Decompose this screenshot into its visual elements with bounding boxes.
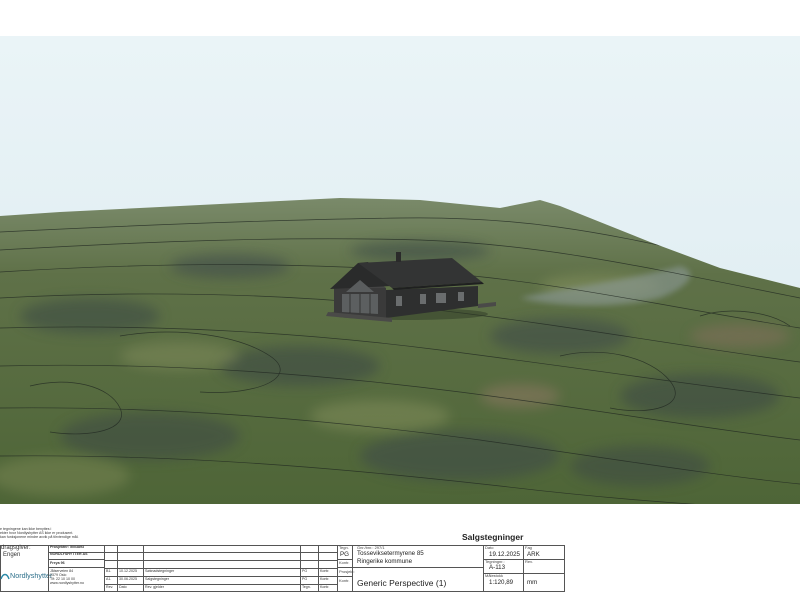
rev-check: Kontr.	[320, 569, 330, 573]
disclaimer-line-3: kan funksjonene mindre avvik på tilrvten…	[0, 535, 79, 539]
rev-date: 10.12.2025	[119, 569, 137, 573]
scale-value: 1:120,89	[489, 579, 514, 586]
rev-check: Kontr.	[320, 577, 330, 581]
unit-value: mm	[527, 579, 538, 586]
rev-header-by: Tegn.	[302, 585, 311, 589]
discipline-value: ARK	[527, 551, 540, 558]
drawn-label: Tegn.	[339, 545, 349, 550]
municipality: Ringerike kommune	[357, 558, 413, 565]
company-logo-text: Nordlyshytter	[10, 571, 53, 580]
project-label: Prosjekt:	[339, 569, 355, 574]
drawn-value: PG	[340, 551, 349, 558]
model-name: Freya 96	[50, 561, 65, 565]
drawing-no-value: A-113	[489, 564, 506, 571]
rev-date: 30.06.2025	[119, 577, 137, 581]
rev-header-rev: Rev.	[106, 585, 114, 589]
discipline-label: Fag	[525, 545, 532, 550]
project-number: Prosjektnr: 5003893	[50, 545, 84, 549]
rev-id: A1.	[106, 577, 112, 581]
company-logo: Nordlyshytter	[0, 568, 52, 584]
drawing-sheet: e tegningene kan ikke benyttes i ekter h…	[0, 0, 800, 600]
client-label: dragsgiver:	[1, 545, 31, 551]
scale-label: Målestokk	[485, 573, 504, 578]
perspective-view	[0, 36, 800, 504]
company-line: NORDLYSHYTTER AS	[50, 552, 88, 556]
rev-header-text: Rev. gjelder	[145, 585, 164, 589]
sheet-title: Salgstegninger	[462, 532, 524, 542]
rev-label: Rev.	[525, 559, 533, 564]
view-name: Generic Perspective (1)	[357, 578, 447, 588]
rev-text: Salgstegninger	[145, 577, 169, 581]
rev-by: PG	[302, 569, 308, 573]
rev-text: Søknadstegninger	[145, 569, 175, 573]
rev-id: B1.	[106, 569, 112, 573]
property-address: Tosseviksetermyrene 85	[357, 550, 424, 557]
date-label: Dato	[485, 545, 494, 550]
aurora-logo-icon	[0, 573, 10, 580]
terrain-render	[0, 36, 800, 504]
title-block: e tegningene kan ikke benyttes i ekter h…	[0, 504, 800, 600]
date-value: 19.12.2025	[489, 551, 520, 558]
rev-header-date: Dato	[119, 585, 127, 589]
client-name: Engen	[3, 552, 21, 558]
rev-by: PG	[302, 577, 308, 581]
kontr-label: Kontr.	[339, 560, 350, 565]
website: www.nordlyshytter.no	[50, 581, 84, 585]
kontr-label-2: Kontr.	[339, 578, 350, 583]
rev-header-check: Kontr.	[320, 585, 330, 589]
